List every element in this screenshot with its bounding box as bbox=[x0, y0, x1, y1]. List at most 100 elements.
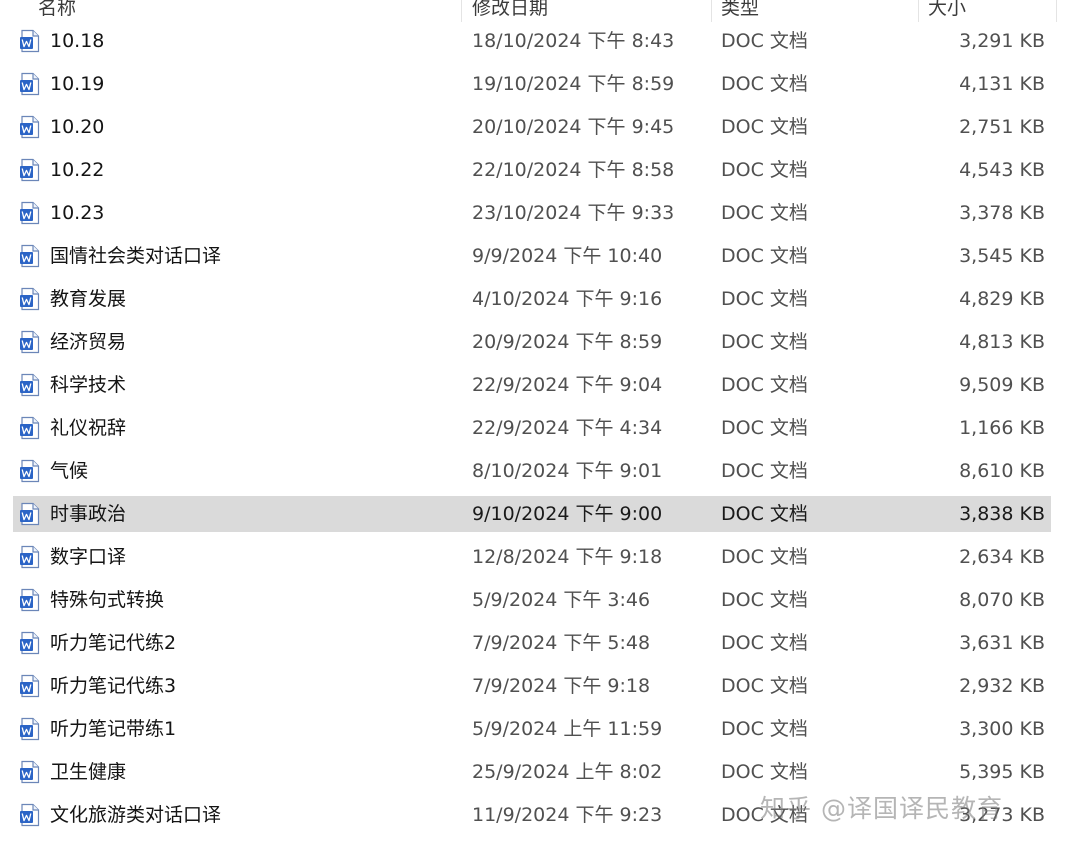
file-row[interactable]: 时事政治 9/10/2024 下午 9:00 DOC 文档 3,838 KB bbox=[0, 496, 1080, 539]
file-date-modified: 5/9/2024 下午 3:46 bbox=[472, 589, 651, 611]
file-size: 1,166 KB bbox=[959, 417, 1045, 439]
file-date-modified: 22/9/2024 下午 4:34 bbox=[472, 417, 663, 439]
file-date-modified: 20/10/2024 下午 9:45 bbox=[472, 116, 675, 138]
file-size: 4,829 KB bbox=[959, 288, 1045, 310]
file-row[interactable]: 听力笔记代练3 7/9/2024 下午 9:18 DOC 文档 2,932 KB bbox=[0, 668, 1080, 711]
file-size: 3,545 KB bbox=[959, 245, 1045, 267]
file-type: DOC 文档 bbox=[721, 73, 808, 95]
word-doc-icon bbox=[19, 201, 41, 225]
file-name: 礼仪祝辞 bbox=[50, 417, 127, 439]
column-header-name[interactable]: 名称 bbox=[38, 0, 458, 22]
file-name: 时事政治 bbox=[50, 503, 127, 525]
file-row[interactable]: 经济贸易 20/9/2024 下午 8:59 DOC 文档 4,813 KB bbox=[0, 324, 1080, 367]
file-type: DOC 文档 bbox=[721, 718, 808, 740]
word-doc-icon bbox=[19, 760, 41, 784]
word-doc-icon bbox=[19, 115, 41, 139]
word-doc-icon bbox=[19, 803, 41, 827]
file-type: DOC 文档 bbox=[721, 589, 808, 611]
file-size: 3,300 KB bbox=[959, 718, 1045, 740]
file-type: DOC 文档 bbox=[721, 116, 808, 138]
file-type: DOC 文档 bbox=[721, 761, 808, 783]
file-size: 8,610 KB bbox=[959, 460, 1045, 482]
file-name: 10.23 bbox=[50, 202, 105, 224]
file-size: 4,813 KB bbox=[959, 331, 1045, 353]
word-doc-icon bbox=[19, 72, 41, 96]
word-doc-icon bbox=[19, 502, 41, 526]
word-doc-icon bbox=[19, 287, 41, 311]
file-name: 10.22 bbox=[50, 159, 105, 181]
file-row[interactable]: 气候 8/10/2024 下午 9:01 DOC 文档 8,610 KB bbox=[0, 453, 1080, 496]
file-size: 4,131 KB bbox=[959, 73, 1045, 95]
file-type: DOC 文档 bbox=[721, 202, 808, 224]
file-row[interactable]: 10.19 19/10/2024 下午 8:59 DOC 文档 4,131 KB bbox=[0, 66, 1080, 109]
file-date-modified: 5/9/2024 上午 11:59 bbox=[472, 718, 663, 740]
file-size: 9,509 KB bbox=[959, 374, 1045, 396]
file-date-modified: 9/9/2024 下午 10:40 bbox=[472, 245, 663, 267]
column-header-date-modified[interactable]: 修改日期 bbox=[472, 0, 707, 22]
file-name: 教育发展 bbox=[50, 288, 127, 310]
file-date-modified: 25/9/2024 上午 8:02 bbox=[472, 761, 663, 783]
word-doc-icon bbox=[19, 29, 41, 53]
file-name: 卫生健康 bbox=[50, 761, 127, 783]
file-row[interactable]: 10.23 23/10/2024 下午 9:33 DOC 文档 3,378 KB bbox=[0, 195, 1080, 238]
file-row[interactable]: 国情社会类对话口译 9/9/2024 下午 10:40 DOC 文档 3,545 KB bbox=[0, 238, 1080, 281]
file-date-modified: 18/10/2024 下午 8:43 bbox=[472, 30, 675, 52]
word-doc-icon bbox=[19, 244, 41, 268]
file-date-modified: 8/10/2024 下午 9:01 bbox=[472, 460, 663, 482]
file-size: 3,378 KB bbox=[959, 202, 1045, 224]
column-divider[interactable] bbox=[461, 0, 462, 22]
file-name: 国情社会类对话口译 bbox=[50, 245, 222, 267]
file-row[interactable]: 教育发展 4/10/2024 下午 9:16 DOC 文档 4,829 KB bbox=[0, 281, 1080, 324]
file-date-modified: 22/10/2024 下午 8:58 bbox=[472, 159, 675, 181]
file-size: 2,751 KB bbox=[959, 116, 1045, 138]
file-row[interactable]: 10.18 18/10/2024 下午 8:43 DOC 文档 3,291 KB bbox=[0, 23, 1080, 66]
word-doc-icon bbox=[19, 717, 41, 741]
word-doc-icon bbox=[19, 674, 41, 698]
file-name: 10.20 bbox=[50, 116, 105, 138]
file-row[interactable]: 特殊句式转换 5/9/2024 下午 3:46 DOC 文档 8,070 KB bbox=[0, 582, 1080, 625]
file-row[interactable]: 10.20 20/10/2024 下午 9:45 DOC 文档 2,751 KB bbox=[0, 109, 1080, 152]
column-header-size[interactable]: 大小 bbox=[928, 0, 1048, 22]
word-doc-icon bbox=[19, 459, 41, 483]
file-name: 数字口译 bbox=[50, 546, 127, 568]
word-doc-icon bbox=[19, 588, 41, 612]
file-date-modified: 4/10/2024 下午 9:16 bbox=[472, 288, 663, 310]
word-doc-icon bbox=[19, 158, 41, 182]
column-divider[interactable] bbox=[1056, 0, 1057, 22]
column-header-type[interactable]: 类型 bbox=[721, 0, 911, 22]
file-row[interactable]: 10.22 22/10/2024 下午 8:58 DOC 文档 4,543 KB bbox=[0, 152, 1080, 195]
file-type: DOC 文档 bbox=[721, 159, 808, 181]
file-size: 4,543 KB bbox=[959, 159, 1045, 181]
file-date-modified: 7/9/2024 下午 9:18 bbox=[472, 675, 651, 697]
file-date-modified: 23/10/2024 下午 9:33 bbox=[472, 202, 675, 224]
file-name: 听力笔记代练3 bbox=[50, 675, 177, 697]
word-doc-icon bbox=[19, 330, 41, 354]
file-name: 10.19 bbox=[50, 73, 105, 95]
file-row[interactable]: 听力笔记带练1 5/9/2024 上午 11:59 DOC 文档 3,300 KB bbox=[0, 711, 1080, 754]
file-date-modified: 7/9/2024 下午 5:48 bbox=[472, 632, 651, 654]
column-divider[interactable] bbox=[918, 0, 919, 22]
file-type: DOC 文档 bbox=[721, 331, 808, 353]
file-row[interactable]: 听力笔记代练2 7/9/2024 下午 5:48 DOC 文档 3,631 KB bbox=[0, 625, 1080, 668]
file-type: DOC 文档 bbox=[721, 675, 808, 697]
file-type: DOC 文档 bbox=[721, 30, 808, 52]
file-name: 10.18 bbox=[50, 30, 105, 52]
file-name: 听力笔记带练1 bbox=[50, 718, 177, 740]
file-type: DOC 文档 bbox=[721, 417, 808, 439]
file-row[interactable]: 科学技术 22/9/2024 下午 9:04 DOC 文档 9,509 KB bbox=[0, 367, 1080, 410]
file-row[interactable]: 礼仪祝辞 22/9/2024 下午 4:34 DOC 文档 1,166 KB bbox=[0, 410, 1080, 453]
file-type: DOC 文档 bbox=[721, 503, 808, 525]
file-size: 3,838 KB bbox=[959, 503, 1045, 525]
file-row[interactable]: 数字口译 12/8/2024 下午 9:18 DOC 文档 2,634 KB bbox=[0, 539, 1080, 582]
file-type: DOC 文档 bbox=[721, 546, 808, 568]
file-name: 气候 bbox=[50, 460, 89, 482]
word-doc-icon bbox=[19, 373, 41, 397]
file-date-modified: 9/10/2024 下午 9:00 bbox=[472, 503, 663, 525]
file-date-modified: 22/9/2024 下午 9:04 bbox=[472, 374, 663, 396]
file-name: 经济贸易 bbox=[50, 331, 127, 353]
file-explorer: 名称 修改日期 类型 大小 10.1616/10/2024 下午 9:02DOC… bbox=[0, 0, 1080, 852]
column-divider[interactable] bbox=[711, 0, 712, 22]
file-size: 2,634 KB bbox=[959, 546, 1045, 568]
file-size: 3,291 KB bbox=[959, 30, 1045, 52]
watermark: 知乎 @译国译民教育 bbox=[760, 794, 1003, 823]
